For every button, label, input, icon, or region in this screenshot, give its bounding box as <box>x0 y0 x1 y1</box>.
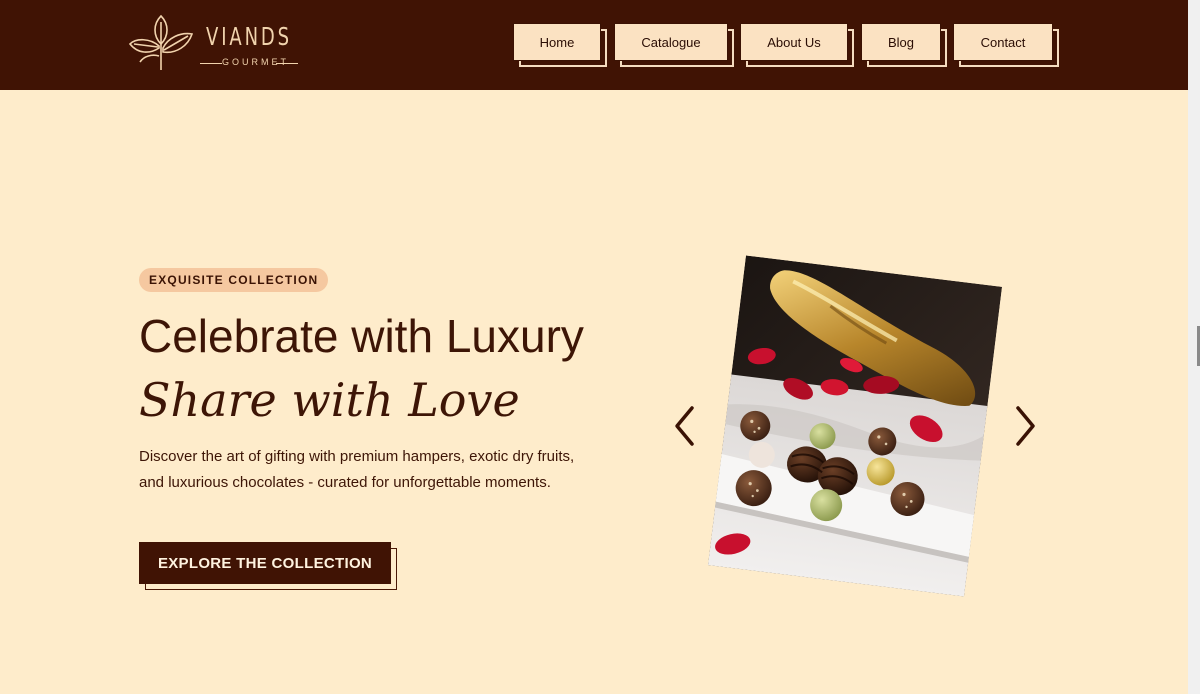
brand-logo[interactable]: VIANDS GOURMET <box>126 14 301 74</box>
nav-contact-label[interactable]: Contact <box>953 23 1053 61</box>
carousel-prev-button[interactable] <box>672 404 700 448</box>
nav-about-label[interactable]: About Us <box>740 23 848 61</box>
site-header: VIANDS GOURMET Home Catalogue About Us B… <box>0 0 1188 90</box>
brand-name: VIANDS <box>206 22 292 51</box>
nav-blog-button[interactable]: Blog <box>861 23 947 67</box>
carousel-slide-image <box>707 255 1003 597</box>
explore-collection-button[interactable]: EXPLORE THE COLLECTION <box>139 542 397 590</box>
chocolate-truffles-photo <box>707 255 1003 597</box>
chevron-right-icon <box>1016 406 1035 446</box>
nav-home-button[interactable]: Home <box>513 23 607 67</box>
hero-description: Discover the art of gifting with premium… <box>139 448 575 491</box>
nav-about-button[interactable]: About Us <box>740 23 854 67</box>
leaf-sprig-icon <box>128 14 194 70</box>
divider <box>200 63 222 64</box>
divider <box>276 63 298 64</box>
carousel-next-button[interactable] <box>1012 404 1040 448</box>
nav-catalogue-button[interactable]: Catalogue <box>614 23 734 67</box>
hero-subtitle: Share with Love <box>139 373 520 427</box>
hero-title: Celebrate with Luxury <box>139 310 584 362</box>
nav-blog-label[interactable]: Blog <box>861 23 941 61</box>
nav-catalogue-label[interactable]: Catalogue <box>614 23 728 61</box>
nav-home-label[interactable]: Home <box>513 23 601 61</box>
collection-badge: EXQUISITE COLLECTION <box>139 268 329 292</box>
explore-collection-label[interactable]: EXPLORE THE COLLECTION <box>139 542 391 584</box>
chevron-left-icon <box>675 406 694 446</box>
nav-contact-button[interactable]: Contact <box>953 23 1059 67</box>
